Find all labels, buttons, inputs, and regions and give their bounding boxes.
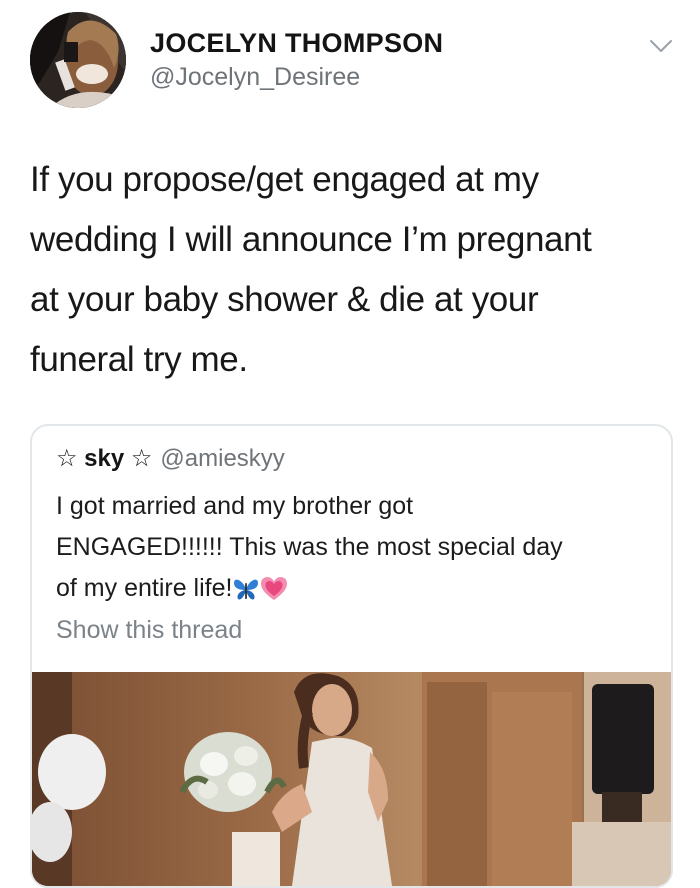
butterfly-emoji-icon (234, 580, 259, 600)
tweet-text-line: funeral try me. (30, 340, 248, 379)
tweet-text-line: wedding I will announce I’m pregnant (30, 220, 592, 259)
display-name[interactable]: JOCELYN THOMPSON (150, 28, 443, 59)
quoted-display-name: ☆ sky ☆ (56, 445, 153, 472)
tweet-card: JOCELYN THOMPSON @Jocelyn_Desiree If you… (0, 0, 700, 888)
quoted-user-handle: @amieskyy (160, 445, 285, 472)
tweet-text-line: If you propose/get engaged at my (30, 160, 539, 199)
quoted-tweet-text: I got married and my brother got ENGAGED… (56, 486, 656, 609)
quoted-text-line: I got married and my brother got (56, 492, 414, 520)
show-thread-link[interactable]: Show this thread (56, 616, 242, 645)
quoted-tweet[interactable]: ☆ sky ☆ @amieskyy I got married and my br… (30, 424, 673, 888)
quoted-media[interactable] (32, 672, 671, 886)
quoted-text-line: of my entire life! (56, 574, 233, 602)
tweet-text-line: at your baby shower & die at your (30, 280, 539, 319)
quoted-tweet-header: ☆ sky ☆ @amieskyy (56, 444, 285, 473)
chevron-down-icon[interactable] (648, 36, 674, 56)
quoted-text-line: ENGAGED!!!!!! This was the most special … (56, 533, 563, 561)
profile-photo-icon (30, 12, 126, 108)
wedding-video-thumbnail-icon (32, 672, 671, 886)
growing-heart-emoji-icon (261, 577, 288, 601)
avatar[interactable] (30, 12, 126, 108)
user-handle[interactable]: @Jocelyn_Desiree (150, 63, 360, 92)
quoted-text-line-last: of my entire life! (56, 568, 656, 609)
tweet-text: If you propose/get engaged at my wedding… (30, 150, 670, 390)
